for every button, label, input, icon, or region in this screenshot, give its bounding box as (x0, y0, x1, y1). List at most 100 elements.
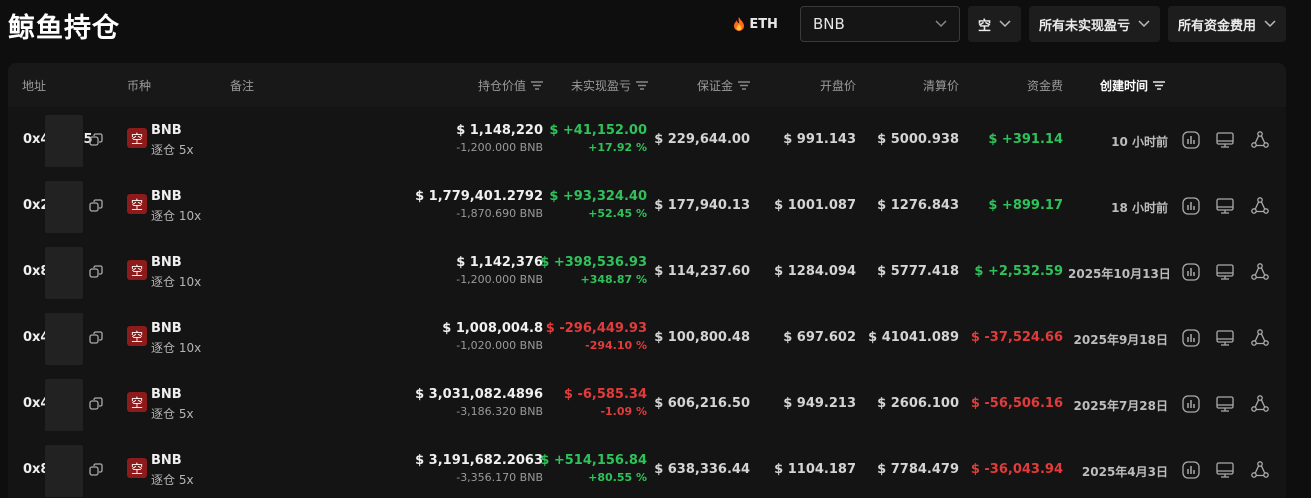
chart-icon[interactable] (1181, 460, 1201, 480)
funding-fee: $ +391.14 (988, 132, 1063, 147)
symbol-text: BNB (151, 387, 182, 402)
chart-icon[interactable] (1181, 262, 1201, 282)
symbol-select-value: BNB (812, 15, 845, 33)
leverage-text: 逐仓 10x (151, 341, 202, 355)
side-short-badge: 空 (127, 128, 147, 148)
unrealized-pnl: $ +93,324.40 (549, 189, 647, 204)
monitor-icon[interactable] (1215, 394, 1235, 414)
col-header-note: 备注 (230, 78, 255, 93)
chart-icon[interactable] (1181, 130, 1201, 150)
col-header-funding: 资金费 (1026, 78, 1063, 93)
unrealized-pnl: $ -6,585.34 (563, 387, 647, 402)
symbol-text: BNB (151, 321, 182, 336)
eth-hot-tag[interactable]: ETH (733, 17, 778, 32)
margin-value: $ 638,336.44 (654, 462, 750, 477)
sort-icon (738, 80, 750, 90)
position-size: -3,356.170 BNB (456, 471, 543, 484)
sort-icon (531, 80, 543, 90)
table-row[interactable]: 0x2 空 BNB 逐仓 10x $ 1,779,401.2792 -1,870… (8, 173, 1286, 239)
position-value: $ 3,031,082.4896 (415, 387, 543, 402)
col-header-created-time[interactable]: 创建时间 (1100, 63, 1166, 107)
entry-price: $ 697.602 (783, 330, 856, 345)
col-header-liq-price: 清算价 (922, 78, 959, 93)
table-row[interactable]: 0x8 空 BNB 逐仓 10x $ 1,142,376 -1,200.000 … (8, 239, 1286, 305)
copy-icon[interactable] (89, 265, 103, 279)
entry-price: $ 991.143 (783, 132, 856, 147)
entry-price: $ 949.213 (783, 396, 856, 411)
share-network-icon[interactable] (1250, 460, 1270, 480)
monitor-icon[interactable] (1215, 130, 1235, 150)
leverage-text: 逐仓 5x (151, 143, 194, 157)
share-network-icon[interactable] (1250, 130, 1270, 150)
margin-value: $ 114,237.60 (654, 264, 750, 279)
symbol-text: BNB (151, 123, 182, 138)
col-header-unrealized-pnl[interactable]: 未实现盈亏 (548, 63, 648, 107)
entry-price: $ 1001.087 (774, 198, 856, 213)
chevron-down-icon (1264, 20, 1276, 28)
funding-fee: $ -37,524.66 (970, 330, 1063, 345)
liquidation-price: $ 1276.843 (877, 198, 959, 213)
created-time: 2025年4月3日 (1081, 465, 1168, 479)
leverage-text: 逐仓 5x (151, 407, 194, 421)
copy-icon[interactable] (89, 331, 103, 345)
pnl-filter-dropdown[interactable]: 所有未实现盈亏 (1028, 6, 1160, 42)
position-value: $ 1,148,220 (456, 123, 543, 138)
copy-icon[interactable] (89, 133, 103, 147)
col-header-position-value[interactable]: 持仓价值 (388, 63, 543, 107)
unrealized-pnl: $ +41,152.00 (549, 123, 647, 138)
monitor-icon[interactable] (1215, 460, 1235, 480)
created-time: 2025年10月13日 (1068, 267, 1171, 281)
share-network-icon[interactable] (1250, 262, 1270, 282)
position-size: -1,020.000 BNB (456, 339, 543, 352)
share-network-icon[interactable] (1250, 196, 1270, 216)
created-time: 18 小时前 (1111, 201, 1168, 215)
unrealized-pnl-pct: +348.87 % (580, 273, 647, 286)
side-filter-value: 空 (977, 18, 991, 34)
side-filter-dropdown[interactable]: 空 (967, 6, 1021, 42)
page-title: 鲸鱼持仓 (8, 13, 120, 44)
side-short-badge: 空 (127, 194, 147, 214)
liquidation-price: $ 41041.089 (868, 330, 959, 345)
sort-icon (636, 80, 648, 90)
chart-icon[interactable] (1181, 196, 1201, 216)
table-row[interactable]: 0x4 空 BNB 逐仓 10x $ 1,008,004.8 -1,020.00… (8, 305, 1286, 371)
table-row[interactable]: 0x4 空 BNB 逐仓 5x $ 3,031,082.4896 -3,186.… (8, 371, 1286, 437)
share-network-icon[interactable] (1250, 328, 1270, 348)
funding-fee: $ -56,506.16 (970, 396, 1063, 411)
table-row[interactable]: 0x4 5 空 BNB 逐仓 5x $ 1,148,220 -1,200.000 … (8, 107, 1286, 173)
table-row[interactable]: 0x8 空 BNB 逐仓 5x $ 3,191,682.2063 -3,356.… (8, 437, 1286, 498)
chart-icon[interactable] (1181, 328, 1201, 348)
leverage-text: 逐仓 5x (151, 473, 194, 487)
funding-filter-value: 所有资金费用 (1177, 18, 1256, 34)
unrealized-pnl: $ +514,156.84 (540, 453, 647, 468)
copy-icon[interactable] (89, 199, 103, 213)
pnl-filter-value: 所有未实现盈亏 (1038, 18, 1130, 34)
liquidation-price: $ 5000.938 (877, 132, 959, 147)
unrealized-pnl-pct: +52.45 % (588, 207, 647, 220)
monitor-icon[interactable] (1215, 196, 1235, 216)
symbol-text: BNB (151, 189, 182, 204)
address-blur-mask (45, 181, 83, 233)
sort-icon (1153, 80, 1166, 90)
col-header-margin[interactable]: 保证金 (668, 63, 750, 107)
margin-value: $ 606,216.50 (654, 396, 750, 411)
side-short-badge: 空 (127, 392, 147, 412)
col-header-entry-price: 开盘价 (819, 78, 856, 93)
col-header-coin: 币种 (127, 78, 152, 93)
liquidation-price: $ 2606.100 (877, 396, 959, 411)
chart-icon[interactable] (1181, 394, 1201, 414)
side-short-badge: 空 (127, 326, 147, 346)
symbol-text: BNB (151, 255, 182, 270)
share-network-icon[interactable] (1250, 394, 1270, 414)
monitor-icon[interactable] (1215, 262, 1235, 282)
copy-icon[interactable] (89, 397, 103, 411)
side-short-badge: 空 (127, 458, 147, 478)
position-value: $ 3,191,682.2063 (415, 453, 543, 468)
copy-icon[interactable] (89, 463, 103, 477)
monitor-icon[interactable] (1215, 328, 1235, 348)
margin-value: $ 177,940.13 (654, 198, 750, 213)
funding-filter-dropdown[interactable]: 所有资金费用 (1167, 6, 1286, 42)
symbol-select[interactable]: BNB (799, 6, 960, 42)
filter-bar: ETH BNB 空 所有未实现盈亏 所有资金费用 (733, 6, 1286, 42)
liquidation-price: $ 7784.479 (877, 462, 959, 477)
